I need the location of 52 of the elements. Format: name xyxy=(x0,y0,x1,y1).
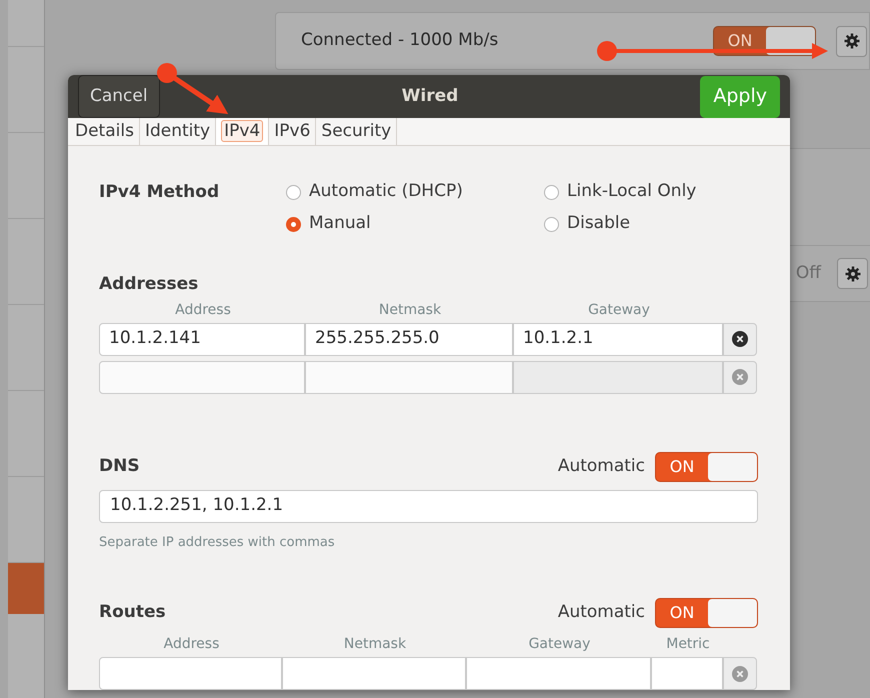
input-field[interactable] xyxy=(466,657,651,690)
section-label: IPv4 Method xyxy=(99,181,220,204)
automatic-label: Automatic xyxy=(558,454,645,478)
radio-button[interactable] xyxy=(286,216,301,232)
annotation-arrow xyxy=(157,63,228,114)
section-title: Addresses xyxy=(99,273,200,296)
toggle-switch[interactable]: ON xyxy=(655,598,758,628)
close-icon xyxy=(732,369,748,385)
tab[interactable]: IPv6 xyxy=(269,118,316,145)
tab[interactable]: Security xyxy=(316,118,398,145)
radio-label: Automatic (DHCP) xyxy=(309,180,463,204)
input-field[interactable]: 10.1.2.141 xyxy=(99,322,305,356)
radio-button[interactable] xyxy=(544,216,559,232)
column-header: Address xyxy=(174,300,232,320)
tab[interactable]: Details xyxy=(70,118,140,145)
section-title: DNS xyxy=(99,454,140,478)
column-header: Netmask xyxy=(378,300,442,320)
tab[interactable]: IPv4 xyxy=(216,118,270,145)
section-title: Routes xyxy=(99,601,166,624)
input-field[interactable] xyxy=(99,360,305,394)
column-header: Netmask xyxy=(342,635,408,654)
hint-text: Separate IP addresses with commas xyxy=(99,534,336,552)
column-header: Address xyxy=(162,635,220,654)
settings-button[interactable] xyxy=(837,258,868,289)
sidebar-item[interactable] xyxy=(8,562,44,614)
radio-label: Disable xyxy=(567,212,630,236)
connection-status: Connected - 1000 Mb/s xyxy=(301,29,498,52)
column-header: Gateway xyxy=(587,300,651,320)
dns-field[interactable]: 10.1.2.251, 10.1.2.1 xyxy=(99,490,758,522)
input-field[interactable] xyxy=(282,657,466,690)
toggle-switch[interactable]: ON xyxy=(655,452,758,482)
radio-label: Link-Local Only xyxy=(567,180,696,204)
radio-button[interactable] xyxy=(544,184,559,200)
input-field[interactable] xyxy=(99,657,282,690)
clear-button[interactable] xyxy=(723,322,757,356)
input-field[interactable]: 10.1.2.1 xyxy=(513,322,723,356)
input-field[interactable]: 255.255.255.0 xyxy=(305,322,513,356)
input-field[interactable] xyxy=(305,360,513,394)
column-header: Gateway xyxy=(528,635,592,654)
dialog-title: Wired xyxy=(400,84,460,108)
column-header: Metric xyxy=(665,635,711,654)
settings-icon xyxy=(844,33,860,49)
input-field[interactable] xyxy=(651,657,723,690)
close-icon xyxy=(732,666,748,682)
settings-button[interactable] xyxy=(836,26,867,56)
cancel-button[interactable]: Cancel xyxy=(78,75,160,118)
off-label: Off xyxy=(796,262,821,285)
radio-label: Manual xyxy=(309,212,371,236)
radio-button[interactable] xyxy=(286,184,301,200)
settings-icon xyxy=(844,266,860,282)
close-icon xyxy=(732,331,748,347)
automatic-label: Automatic xyxy=(558,601,645,624)
